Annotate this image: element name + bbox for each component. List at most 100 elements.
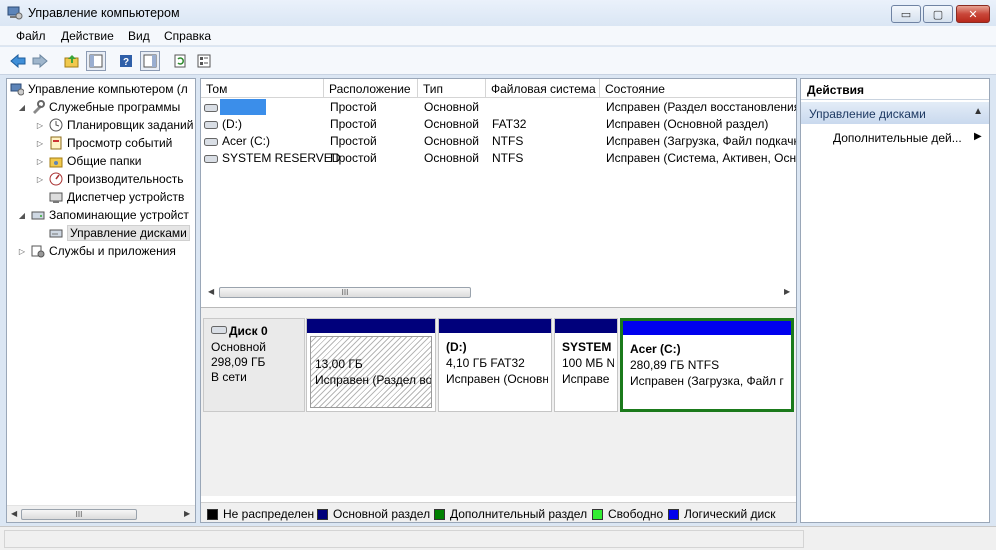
forward-button[interactable] xyxy=(30,51,50,71)
legend-label: Логический диск xyxy=(684,507,776,521)
volume-drive-icon xyxy=(204,136,218,150)
collapse-arrow-icon[interactable]: ◢ xyxy=(17,211,27,220)
refresh-icon xyxy=(174,54,186,68)
scroll-thumb[interactable]: III xyxy=(219,287,471,298)
volume-row[interactable]: Простой Основной Исправен (Раздел восста… xyxy=(201,99,796,116)
properties-icon xyxy=(197,54,211,68)
legend-logical: Логический диск xyxy=(668,507,776,521)
volume-name-selected[interactable] xyxy=(220,99,266,115)
show-hide-action-icon xyxy=(143,54,157,68)
expand-arrow-icon[interactable]: ▷ xyxy=(17,247,27,256)
tree-item-task-scheduler[interactable]: ▷ Планировщик заданий xyxy=(35,116,193,134)
tree-item-label: Общие папки xyxy=(67,154,142,168)
column-header-volume[interactable]: Том xyxy=(201,79,324,98)
legend-free: Свободно xyxy=(592,507,663,521)
scroll-left-icon[interactable]: ◀ xyxy=(208,287,214,296)
partition-name: SYSTEM xyxy=(562,340,612,354)
partition-status: Исправен (Загрузка, Файл г xyxy=(630,374,784,388)
minimize-button[interactable]: ▭ xyxy=(891,5,921,23)
expand-arrow-icon[interactable]: ▷ xyxy=(35,175,45,184)
tree-item-device-manager[interactable]: Диспетчер устройств xyxy=(35,188,184,206)
expand-arrow-icon[interactable]: ▷ xyxy=(35,157,45,166)
services-icon xyxy=(30,244,45,259)
volume-row[interactable]: Acer (C:) Простой Основной NTFS Исправен… xyxy=(201,133,796,150)
tree-item-shared-folders[interactable]: ▷ Общие папки xyxy=(35,152,142,170)
disk-info-box[interactable]: Диск 0 Основной 298,09 ГБ В сети xyxy=(203,318,305,412)
partition-name xyxy=(315,340,427,356)
volume-horizontal-scrollbar[interactable]: ◀ III ▶ xyxy=(201,284,796,301)
volume-name: (D:) xyxy=(222,117,242,131)
column-header-layout[interactable]: Расположение xyxy=(324,79,418,98)
volume-filesystem: NTFS xyxy=(492,151,524,165)
actions-section-header[interactable]: Управление дисками ▲ xyxy=(801,102,989,124)
back-button[interactable] xyxy=(8,51,28,71)
tree-item-label: Службы и приложения xyxy=(49,244,176,258)
volume-drive-icon xyxy=(204,102,218,116)
maximize-button[interactable]: ▢ xyxy=(923,5,953,23)
menu-file[interactable]: Файл xyxy=(16,29,46,43)
actions-title: Действия xyxy=(801,79,989,100)
computer-management-icon xyxy=(9,82,24,97)
legend-extended: Дополнительный раздел xyxy=(434,507,587,521)
disk-management-icon xyxy=(48,226,63,241)
up-button[interactable] xyxy=(62,51,82,71)
expand-arrow-icon[interactable]: ▷ xyxy=(35,139,45,148)
tree-item-disk-management[interactable]: Управление дисками xyxy=(35,224,190,242)
window-title: Управление компьютером xyxy=(28,6,180,20)
tree-item-services[interactable]: ▷ Службы и приложения xyxy=(17,242,176,260)
tree-item-computer-management[interactable]: Управление компьютером (л xyxy=(9,80,188,98)
column-header-filesystem[interactable]: Файловая система xyxy=(486,79,600,98)
menu-help[interactable]: Справка xyxy=(164,29,211,43)
tree-item-label: Запоминающие устройст xyxy=(49,208,189,222)
tree-item-label: Диспетчер устройств xyxy=(67,190,185,204)
refresh-button[interactable] xyxy=(170,51,190,71)
partition-color-bar xyxy=(623,321,791,335)
collapse-up-icon[interactable]: ▲ xyxy=(973,106,983,117)
volume-status: Исправен (Система, Активен, Осно xyxy=(606,151,797,165)
scroll-thumb[interactable]: III xyxy=(21,509,137,520)
volume-row[interactable]: (D:) Простой Основной FAT32 Исправен (Ос… xyxy=(201,116,796,133)
column-header-status[interactable]: Состояние xyxy=(600,79,796,98)
expand-arrow-icon[interactable]: ▷ xyxy=(35,121,45,130)
title-bar: Управление компьютером ▭ ▢ ✕ xyxy=(0,0,996,26)
close-button[interactable]: ✕ xyxy=(956,5,990,23)
menu-action[interactable]: Действие xyxy=(61,29,114,43)
tree-item-performance[interactable]: ▷ Производительность xyxy=(35,170,184,188)
tree-item-event-viewer[interactable]: ▷ Просмотр событий xyxy=(35,134,172,152)
volume-row[interactable]: SYSTEM RESERVED Простой Основной NTFS Ис… xyxy=(201,150,797,167)
column-header-type[interactable]: Тип xyxy=(418,79,486,98)
collapse-arrow-icon[interactable]: ◢ xyxy=(17,103,27,112)
partition-d[interactable]: (D:) 4,10 ГБ FAT32 Исправен (Основн xyxy=(438,318,552,412)
scroll-left-icon[interactable]: ◀ xyxy=(11,509,17,518)
tree-item-system-tools[interactable]: ◢ Служебные программы xyxy=(17,98,180,116)
show-hide-action-button[interactable] xyxy=(140,51,160,71)
status-bar xyxy=(0,526,996,550)
help-button[interactable]: ? xyxy=(116,51,136,71)
show-hide-tree-button[interactable] xyxy=(86,51,106,71)
scroll-right-icon[interactable]: ▶ xyxy=(184,509,190,518)
disk-status: В сети xyxy=(211,370,247,384)
partition-system-reserved[interactable]: SYSTEM 100 МБ N Исправе xyxy=(554,318,618,412)
tree-horizontal-scrollbar[interactable]: ◀ III ▶ xyxy=(7,505,195,522)
disk-name-row: Диск 0 xyxy=(211,324,268,338)
navigation-tree: Управление компьютером (л ◢ Служебные пр… xyxy=(6,78,196,523)
menu-bar: Файл Действие Вид Справка xyxy=(0,26,996,46)
partition-recovery[interactable]: 13,00 ГБ Исправен (Раздел вос xyxy=(306,318,436,412)
properties-button[interactable] xyxy=(194,51,214,71)
menu-view[interactable]: Вид xyxy=(128,29,150,43)
volume-name: SYSTEM RESERVED xyxy=(222,151,341,165)
submenu-arrow-icon[interactable]: ▶ xyxy=(974,131,982,142)
scroll-right-icon[interactable]: ▶ xyxy=(784,287,790,296)
legend-swatch xyxy=(317,508,328,520)
tree-item-storage[interactable]: ◢ Запоминающие устройст xyxy=(17,206,189,224)
volume-layout: Простой xyxy=(330,117,377,131)
partition-size: 100 МБ N xyxy=(562,356,614,370)
volume-type: Основной xyxy=(424,134,480,148)
partition-c[interactable]: Acer (C:) 280,89 ГБ NTFS Исправен (Загру… xyxy=(620,318,794,412)
partition-body: SYSTEM 100 МБ N Исправе xyxy=(558,336,614,408)
volume-filesystem: NTFS xyxy=(492,134,524,148)
minimize-icon: ▭ xyxy=(900,8,912,21)
actions-pane: Действия Управление дисками ▲ Дополнител… xyxy=(800,78,990,523)
more-actions-link[interactable]: Дополнительные дей... xyxy=(833,131,962,145)
volume-layout: Простой xyxy=(330,134,377,148)
